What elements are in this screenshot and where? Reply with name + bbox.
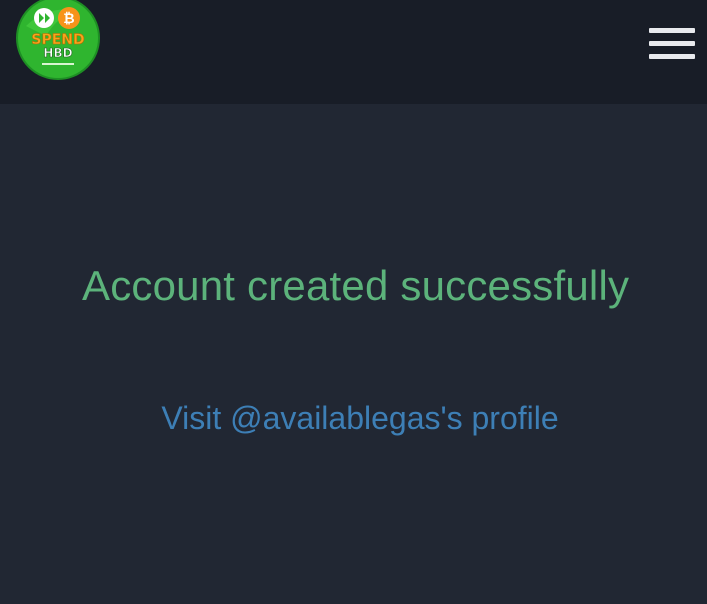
svg-text:₿: ₿ <box>63 11 74 27</box>
main-content: Account created successfully Visit @avai… <box>0 104 707 604</box>
spendhbd-logo-icon[interactable]: ₿ SPEND HBD <box>16 0 100 80</box>
menu-bar <box>649 41 695 46</box>
logo-text-hbd: HBD <box>43 46 72 60</box>
hamburger-menu-icon[interactable] <box>645 24 699 64</box>
visit-profile-link[interactable]: Visit @availablegas's profile <box>0 398 707 438</box>
success-heading: Account created successfully <box>82 262 630 309</box>
menu-bar <box>649 54 695 59</box>
menu-bar <box>649 28 695 33</box>
top-header: ₿ SPEND HBD <box>0 0 707 104</box>
